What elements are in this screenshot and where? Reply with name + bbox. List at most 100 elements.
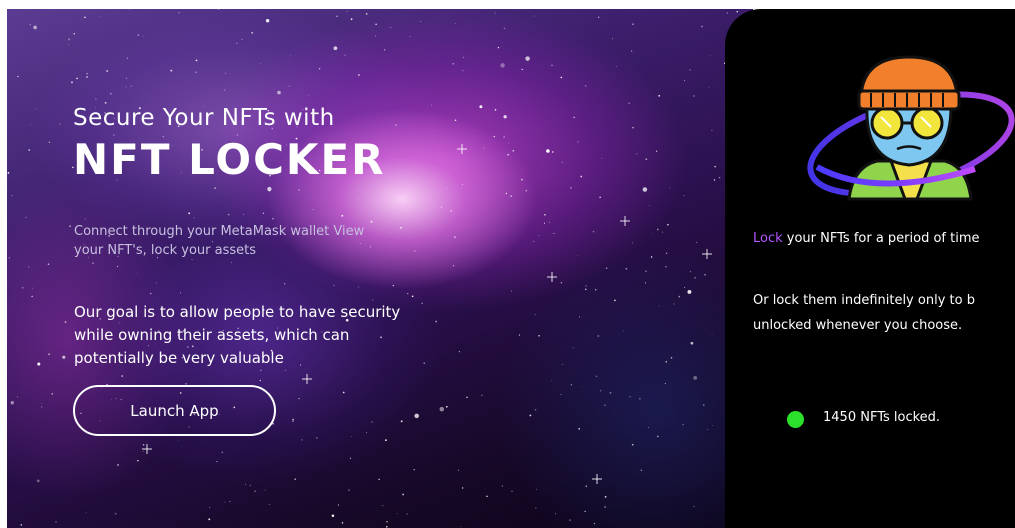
star	[214, 187, 216, 189]
star	[593, 522, 596, 525]
star	[507, 153, 510, 156]
star	[121, 375, 123, 377]
star	[254, 490, 257, 493]
star	[521, 178, 523, 181]
star	[718, 176, 721, 179]
star	[494, 12, 496, 14]
star	[684, 80, 686, 82]
launch-app-button[interactable]: Launch App	[73, 385, 276, 436]
star	[277, 90, 281, 95]
star	[48, 353, 50, 356]
star	[411, 295, 414, 298]
star	[227, 213, 230, 216]
star	[640, 469, 643, 472]
star	[337, 504, 339, 506]
star	[584, 510, 586, 513]
star	[678, 295, 681, 298]
star	[59, 123, 61, 125]
star	[483, 147, 485, 149]
status-dot-icon	[787, 411, 804, 428]
star	[736, 10, 739, 13]
star	[598, 16, 600, 18]
star	[17, 396, 18, 398]
star	[84, 16, 86, 19]
star	[84, 218, 86, 220]
star	[505, 192, 508, 195]
star	[85, 512, 87, 514]
star	[474, 135, 475, 137]
star	[460, 526, 462, 528]
star	[703, 404, 705, 406]
goal-description: Our goal is to allow people to have secu…	[74, 301, 464, 370]
star	[35, 108, 37, 110]
star	[264, 489, 266, 491]
star	[10, 401, 14, 405]
star	[73, 32, 76, 35]
star	[645, 158, 648, 161]
star	[525, 56, 530, 61]
star	[650, 256, 653, 258]
star	[344, 54, 346, 56]
indefinite-lock-text: Or lock them indefinitely only to b unlo…	[753, 288, 1015, 338]
star	[260, 62, 262, 64]
star	[382, 505, 384, 507]
star	[358, 74, 360, 76]
star	[386, 521, 388, 523]
star	[689, 69, 691, 71]
star	[86, 72, 88, 75]
star	[195, 71, 197, 73]
star	[665, 266, 667, 268]
star	[64, 321, 67, 323]
star	[350, 18, 353, 21]
star	[614, 299, 616, 302]
star	[48, 141, 51, 143]
star	[497, 46, 500, 49]
star	[55, 521, 57, 523]
star	[693, 376, 698, 380]
star	[170, 69, 173, 72]
star	[231, 262, 232, 263]
star	[454, 119, 457, 121]
star	[534, 314, 536, 316]
star	[560, 394, 562, 395]
star	[580, 386, 582, 388]
star	[95, 98, 97, 100]
star	[525, 189, 528, 192]
star	[521, 68, 523, 71]
star	[288, 85, 290, 87]
star	[33, 25, 37, 30]
star	[390, 26, 392, 28]
star	[511, 290, 513, 292]
star	[452, 62, 455, 65]
star	[462, 56, 465, 59]
star	[420, 20, 422, 23]
star	[224, 501, 226, 503]
star	[665, 252, 668, 255]
star	[294, 478, 297, 481]
sparkle-star	[457, 144, 467, 154]
star	[636, 153, 638, 155]
star	[284, 369, 287, 371]
star	[461, 183, 463, 185]
star	[136, 273, 138, 275]
star	[560, 76, 563, 79]
star	[481, 394, 483, 397]
star	[104, 101, 107, 104]
star	[229, 501, 231, 502]
star	[7, 172, 10, 174]
star	[312, 209, 314, 211]
star	[690, 341, 694, 345]
star	[142, 444, 145, 446]
star	[551, 380, 553, 382]
lock-info-text: Lock your NFTs for a period of time	[753, 231, 980, 246]
indefinite-line: unlocked whenever you choose.	[753, 318, 963, 333]
star	[284, 283, 286, 285]
star	[265, 18, 270, 23]
star	[533, 240, 535, 242]
star	[178, 439, 179, 441]
star	[601, 158, 603, 160]
star	[631, 50, 633, 52]
star	[584, 84, 587, 87]
star	[538, 334, 540, 337]
star	[570, 187, 572, 189]
